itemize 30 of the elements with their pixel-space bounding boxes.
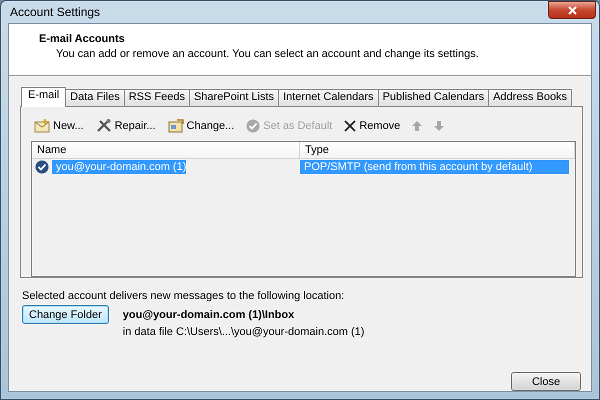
- column-header[interactable]: Type: [300, 142, 575, 158]
- window-title: Account Settings: [10, 5, 100, 19]
- close-icon: [344, 120, 356, 132]
- tools-icon: [96, 118, 112, 132]
- close-icon: [568, 6, 576, 14]
- repair-toolbar-button[interactable]: Repair...: [96, 118, 156, 132]
- remove-toolbar-button[interactable]: Remove: [344, 120, 400, 132]
- tab[interactable]: Internet Calendars: [278, 89, 379, 106]
- envelope-icon: [34, 118, 50, 132]
- change-folder-button[interactable]: Change Folder: [22, 305, 109, 324]
- tab[interactable]: Address Books: [488, 89, 572, 106]
- change-toolbar-button[interactable]: Change...: [168, 118, 234, 132]
- section-description: You can add or remove an account. You can select an account and change its settings.: [55, 48, 480, 60]
- down-arrow-icon: [434, 120, 444, 130]
- data-file-path: in data file C:\Users\...\you@your-domain.com (1): [122, 326, 364, 338]
- up-arrow-icon: [412, 120, 422, 130]
- tab[interactable]: SharePoint Lists: [188, 89, 280, 106]
- close-button[interactable]: Close: [511, 372, 581, 391]
- close-button[interactable]: [548, 1, 596, 19]
- location-caption: Selected account delivers new messages to the following location:: [22, 290, 346, 302]
- tab[interactable]: Published Calendars: [378, 89, 490, 106]
- new-toolbar-button[interactable]: New...: [34, 118, 84, 132]
- tab[interactable]: RSS Feeds: [124, 89, 190, 106]
- folder-path: you@your-domain.com (1)\Inbox: [122, 309, 296, 321]
- column-header[interactable]: Name: [32, 142, 300, 158]
- tab[interactable]: E-mail: [21, 87, 66, 107]
- section-title: E-mail Accounts: [39, 33, 126, 45]
- check-circle-icon: [246, 118, 260, 132]
- settings-card-icon: [168, 118, 184, 132]
- tab[interactable]: Data Files: [65, 89, 125, 106]
